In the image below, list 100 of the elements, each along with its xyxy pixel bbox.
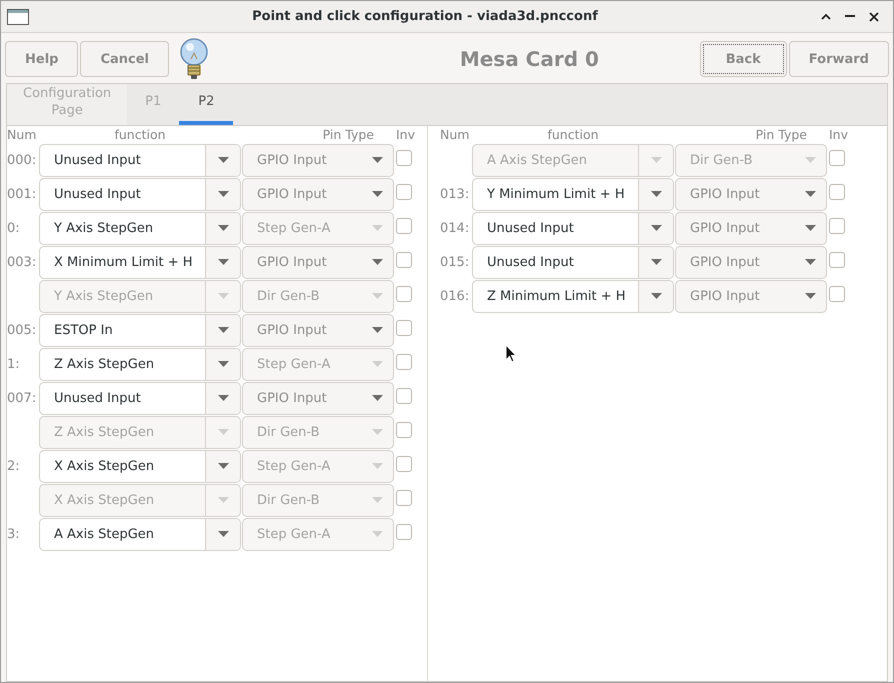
invert-checkbox[interactable] [396, 388, 412, 404]
dropdown-arrow-icon [372, 497, 383, 503]
pin-type-combo[interactable]: Step Gen-A [242, 212, 394, 244]
function-combo[interactable]: Unused Input [472, 212, 674, 244]
dropdown-arrow-icon [372, 361, 383, 367]
function-combo[interactable]: Y Axis StepGen [39, 212, 241, 244]
function-combo[interactable]: Unused Input [39, 178, 241, 210]
pin-type-combo[interactable]: GPIO Input [675, 212, 827, 244]
pin-type-combo[interactable]: GPIO Input [675, 178, 827, 210]
dropdown-arrow-icon [372, 463, 383, 469]
toolbar-button[interactable]: Back [700, 41, 787, 77]
invert-checkbox[interactable] [396, 320, 412, 336]
pin-type-combo[interactable]: GPIO Input [675, 246, 827, 278]
invert-checkbox[interactable] [829, 184, 845, 200]
function-combo[interactable]: X Minimum Limit + H [39, 246, 241, 278]
dropdown-arrow-icon [805, 157, 816, 163]
window-title: Point and click configuration - viada3d.pncconf [251, 9, 599, 24]
column-header: Pin Type [754, 126, 808, 142]
dropdown-arrow-icon [805, 191, 816, 197]
pin-type-combo[interactable]: Dir Gen-B [242, 484, 394, 516]
column-header: Inv [395, 126, 416, 142]
dropdown-arrow-icon [218, 293, 228, 299]
dropdown-arrow-icon [372, 225, 383, 231]
tab[interactable]: P1 [127, 84, 180, 125]
function-combo[interactable]: A Axis StepGen [472, 144, 674, 176]
dropdown-arrow-icon [372, 395, 383, 401]
dropdown-arrow-icon [650, 259, 662, 265]
toolbar-button[interactable]: Forward [788, 41, 889, 77]
function-combo[interactable]: X Axis StepGen [39, 450, 241, 482]
column-header: Inv [828, 126, 850, 142]
invert-checkbox[interactable] [396, 184, 412, 200]
dropdown-arrow-icon [218, 395, 228, 401]
dropdown-arrow-icon [650, 225, 662, 231]
dropdown-arrow-icon [372, 429, 383, 435]
function-combo[interactable]: A Axis StepGen [39, 518, 241, 550]
pin-type-combo[interactable]: GPIO Input [242, 314, 394, 346]
invert-checkbox[interactable] [829, 252, 845, 268]
dropdown-arrow-icon [218, 225, 228, 231]
function-combo[interactable]: X Axis StepGen [39, 484, 241, 516]
pin-number: 0: [7, 220, 20, 236]
pin-number: 2: [7, 458, 20, 474]
invert-checkbox[interactable] [396, 252, 412, 268]
invert-checkbox[interactable] [396, 286, 412, 302]
pin-type-combo[interactable]: Step Gen-A [242, 518, 394, 550]
pin-type-combo[interactable]: Step Gen-A [242, 450, 394, 482]
invert-checkbox[interactable] [396, 150, 412, 166]
pin-number: 003: [7, 254, 36, 270]
function-combo[interactable]: Unused Input [39, 382, 241, 414]
function-combo[interactable]: Z Minimum Limit + H [472, 280, 674, 312]
minimize-icon[interactable] [845, 15, 855, 18]
dropdown-arrow-icon [650, 293, 662, 299]
column-header: Pin Type [322, 126, 375, 142]
function-combo[interactable]: Y Axis StepGen [39, 280, 241, 312]
close-icon[interactable] [869, 12, 879, 22]
pin-number: 013: [440, 186, 470, 202]
function-combo[interactable]: Unused Input [39, 144, 241, 176]
pin-type-combo[interactable]: Dir Gen-B [242, 280, 394, 312]
dropdown-arrow-icon [805, 293, 816, 299]
function-combo[interactable]: Z Axis StepGen [39, 416, 241, 448]
pin-type-combo[interactable]: Step Gen-A [242, 348, 394, 380]
dropdown-arrow-icon [650, 157, 662, 163]
invert-checkbox[interactable] [829, 150, 845, 166]
pin-type-combo[interactable]: Dir Gen-B [675, 144, 827, 176]
function-combo[interactable]: ESTOP In [39, 314, 241, 346]
invert-checkbox[interactable] [829, 218, 845, 234]
invert-checkbox[interactable] [396, 456, 412, 472]
invert-checkbox[interactable] [396, 524, 412, 540]
toolbar-button[interactable]: Cancel [80, 41, 170, 77]
function-combo[interactable]: Y Minimum Limit + H [472, 178, 674, 210]
invert-checkbox[interactable] [829, 286, 845, 302]
dropdown-arrow-icon [218, 361, 228, 367]
invert-checkbox[interactable] [396, 490, 412, 506]
function-combo[interactable]: Unused Input [472, 246, 674, 278]
function-combo[interactable]: Z Axis StepGen [39, 348, 241, 380]
column-header: Num [440, 126, 470, 142]
column-header: Num [7, 126, 38, 142]
maximize-icon[interactable] [821, 13, 831, 20]
pin-number: 1: [7, 356, 20, 372]
invert-checkbox[interactable] [396, 422, 412, 438]
dropdown-arrow-icon [372, 157, 383, 163]
pin-number: 3: [7, 526, 20, 542]
dropdown-arrow-icon [372, 259, 383, 265]
pin-type-combo[interactable]: GPIO Input [242, 178, 394, 210]
dropdown-arrow-icon [218, 191, 228, 197]
invert-checkbox[interactable] [396, 218, 412, 234]
pin-number: 014: [440, 220, 470, 236]
column-header: function [113, 126, 167, 142]
dropdown-arrow-icon [372, 191, 383, 197]
pin-type-combo[interactable]: GPIO Input [242, 144, 394, 176]
column-header: function [546, 126, 600, 142]
pin-type-combo[interactable]: GPIO Input [242, 382, 394, 414]
pin-type-combo[interactable]: Dir Gen-B [242, 416, 394, 448]
pin-type-combo[interactable]: GPIO Input [242, 246, 394, 278]
dropdown-arrow-icon [218, 327, 228, 333]
pin-number: 016: [440, 288, 470, 304]
pin-type-combo[interactable]: GPIO Input [675, 280, 827, 312]
invert-checkbox[interactable] [396, 354, 412, 370]
tab[interactable]: Configuration Page [7, 84, 128, 125]
pin-number: 005: [7, 322, 36, 338]
toolbar-button[interactable]: Help [5, 41, 78, 77]
